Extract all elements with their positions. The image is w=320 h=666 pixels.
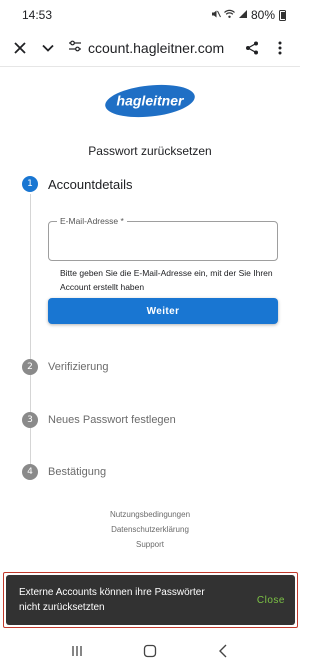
browser-toolbar: ccount.hagleitner.com xyxy=(0,30,300,66)
status-time: 14:53 xyxy=(22,8,53,22)
email-field-label: E-Mail-Adresse * xyxy=(57,216,127,226)
step-number: 2 xyxy=(22,359,38,375)
chevron-down-icon[interactable] xyxy=(34,34,62,62)
step-verification[interactable]: 2 Verifizierung xyxy=(22,359,109,375)
step-new-password[interactable]: 3 Neues Passwort festlegen xyxy=(22,412,176,428)
step-label: Verifizierung xyxy=(48,361,109,373)
snackbar-highlight: Externe Accounts können ihre Passwörter … xyxy=(3,572,298,628)
more-options-icon[interactable] xyxy=(266,34,294,62)
recent-apps-icon[interactable] xyxy=(62,639,92,663)
footer-links: Nutzungsbedingungen Datenschutzerklärung… xyxy=(0,509,300,550)
terms-link[interactable]: Nutzungsbedingungen xyxy=(110,509,190,520)
step-label: Neues Passwort festlegen xyxy=(48,414,176,426)
step-label: Accountdetails xyxy=(48,176,133,192)
logo-container: hagleitner xyxy=(0,84,300,118)
status-icons: 80% xyxy=(211,8,286,22)
page-title: Passwort zurücksetzen xyxy=(88,144,212,158)
share-icon[interactable] xyxy=(238,34,266,62)
step-number: 4 xyxy=(22,464,38,480)
snackbar: Externe Accounts können ihre Passwörter … xyxy=(6,575,295,625)
battery-percent: 80% xyxy=(250,8,275,22)
support-link[interactable]: Support xyxy=(136,539,164,550)
logo-text: hagleitner xyxy=(117,93,185,109)
url-bar[interactable]: ccount.hagleitner.com xyxy=(62,39,238,57)
home-icon[interactable] xyxy=(135,639,165,663)
step-number: 1 xyxy=(22,176,38,192)
continue-button[interactable]: Weiter xyxy=(48,298,278,324)
battery-icon xyxy=(279,9,286,21)
url-text[interactable]: ccount.hagleitner.com xyxy=(88,40,224,56)
privacy-link[interactable]: Datenschutzerklärung xyxy=(111,524,189,535)
step-account-details: 1 Accountdetails xyxy=(22,176,133,192)
email-helper-text: Bitte geben Sie die E-Mail-Adresse ein, … xyxy=(60,268,273,292)
system-nav-bar xyxy=(0,636,300,666)
wifi-icon xyxy=(224,9,235,22)
signal-icon xyxy=(238,9,248,22)
email-field[interactable]: E-Mail-Adresse * xyxy=(48,216,278,261)
close-icon[interactable] xyxy=(6,34,34,62)
snackbar-message: Externe Accounts können ihre Passwörter … xyxy=(19,587,205,613)
hagleitner-logo: hagleitner xyxy=(105,84,195,118)
toolbar-divider xyxy=(0,66,300,67)
site-settings-icon[interactable] xyxy=(68,39,82,57)
back-icon[interactable] xyxy=(208,639,238,663)
snackbar-close-button[interactable]: Close xyxy=(257,595,285,606)
status-bar: 14:53 80% xyxy=(0,0,300,30)
email-input[interactable] xyxy=(49,222,277,260)
step-number: 3 xyxy=(22,412,38,428)
step-confirmation[interactable]: 4 Bestätigung xyxy=(22,464,106,480)
step-label: Bestätigung xyxy=(48,466,107,478)
mute-icon xyxy=(211,9,221,22)
